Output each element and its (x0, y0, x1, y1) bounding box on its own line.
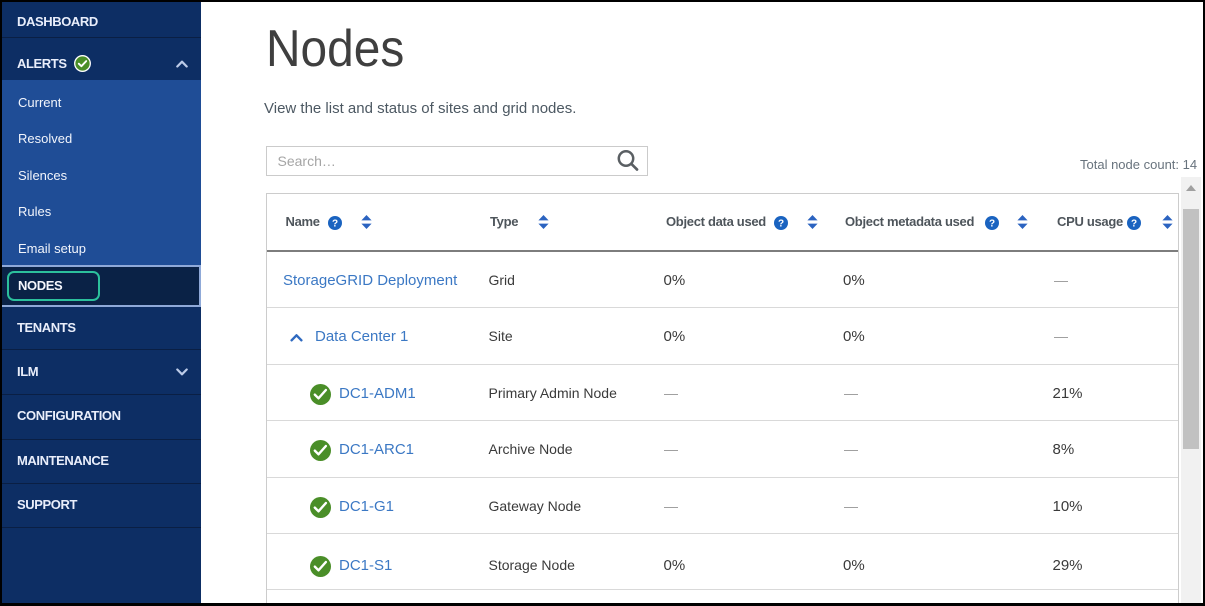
svg-text:?: ? (988, 218, 994, 229)
svg-text:?: ? (777, 218, 783, 229)
svg-text:?: ? (1131, 218, 1137, 229)
svg-text:?: ? (331, 218, 337, 229)
